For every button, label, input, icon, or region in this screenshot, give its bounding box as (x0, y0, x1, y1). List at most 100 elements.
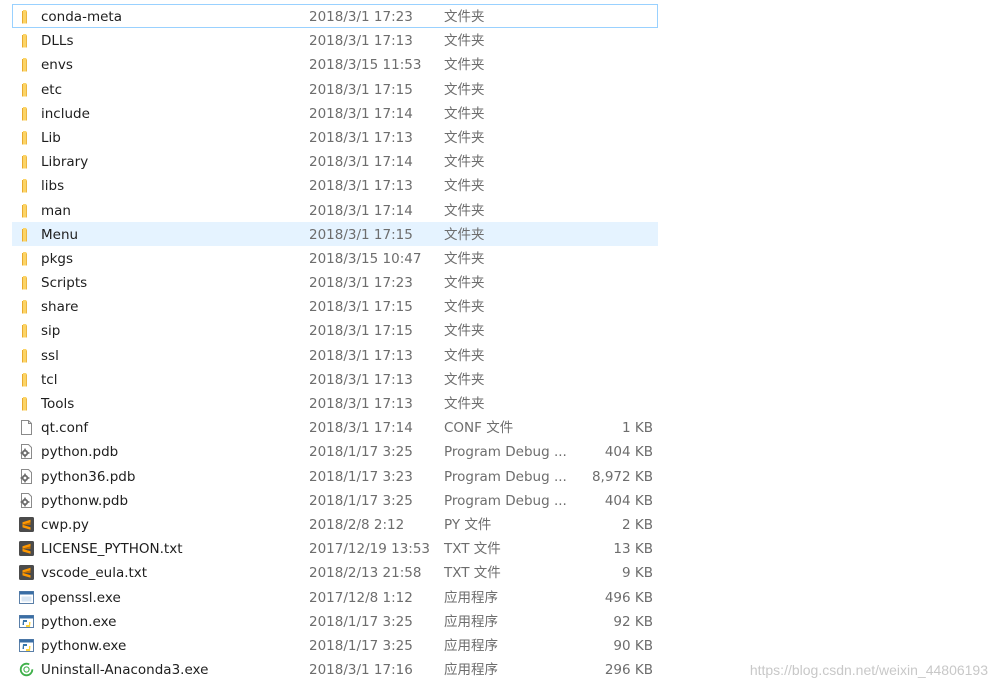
python-exe-icon (18, 637, 35, 654)
debug-file-icon (18, 468, 35, 485)
file-row[interactable]: openssl.exe 2017/12/8 1:12 应用程序 496 KB (12, 585, 658, 609)
file-date-modified: 2018/3/15 10:47 (309, 250, 422, 267)
file-name: conda-meta (41, 9, 122, 25)
file-row[interactable]: share 2018/3/1 17:15 文件夹 (12, 294, 658, 318)
file-type: 文件夹 (444, 81, 485, 98)
folder-icon (18, 8, 35, 25)
file-date-modified: 2018/3/1 17:14 (309, 154, 413, 171)
file-size: 404 KB (604, 492, 653, 509)
file-date-modified: 2018/2/8 2:12 (309, 516, 405, 533)
file-row[interactable]: LICENSE_PYTHON.txt 2017/12/19 13:53 TXT 文件… (12, 536, 658, 560)
file-type: 文件夹 (444, 347, 485, 364)
file-date-modified: 2018/3/1 17:13 (309, 371, 413, 388)
folder-icon (18, 322, 35, 339)
exe-app-icon (18, 589, 35, 606)
folder-icon (18, 129, 35, 146)
file-row[interactable]: cwp.py 2018/2/8 2:12 PY 文件 2 KB (12, 512, 658, 536)
file-name: libs (41, 178, 65, 195)
file-date-modified: 2018/1/17 3:25 (309, 444, 413, 461)
file-type: PY 文件 (444, 516, 492, 533)
file-row[interactable]: sip 2018/3/1 17:15 文件夹 (12, 318, 658, 342)
file-name: Lib (41, 129, 61, 146)
folder-icon (18, 32, 35, 49)
file-list: conda-meta 2018/3/1 17:23 文件夹 DLLs 2018/3/1 … (12, 4, 658, 681)
file-type: 文件夹 (444, 396, 485, 412)
file-date-modified: 2018/3/1 17:15 (309, 81, 413, 98)
file-name: pkgs (41, 250, 73, 267)
file-size: 8,972 KB (591, 468, 653, 485)
file-row[interactable]: pkgs 2018/3/15 10:47 文件夹 (12, 246, 658, 270)
file-type: CONF 文件 (444, 420, 514, 437)
folder-icon (18, 202, 35, 219)
file-name: etc (41, 81, 63, 98)
file-row[interactable]: qt.conf 2018/3/1 17:14 CONF 文件 1 KB (12, 415, 658, 439)
file-type: Program Debug ... (444, 444, 567, 461)
file-row[interactable]: conda-meta 2018/3/1 17:23 文件夹 (12, 4, 658, 29)
file-date-modified: 2018/1/17 3:23 (309, 468, 413, 485)
file-row[interactable]: pythonw.pdb 2018/1/17 3:25 Program Debug .… (12, 488, 658, 512)
file-type: 应用程序 (444, 589, 498, 606)
file-row[interactable]: envs 2018/3/15 11:53 文件夹 (12, 52, 658, 76)
file-date-modified: 2018/1/17 3:25 (309, 492, 413, 509)
file-row[interactable]: pythonw.exe 2018/1/17 3:25 应用程序 90 KB (12, 633, 658, 657)
file-row[interactable]: Scripts 2018/3/1 17:23 文件夹 (12, 270, 658, 294)
file-row[interactable]: DLLs 2018/3/1 17:13 文件夹 (12, 28, 658, 52)
debug-file-icon (18, 492, 35, 509)
file-row[interactable]: tcl 2018/3/1 17:13 文件夹 (12, 367, 658, 391)
file-type: 应用程序 (444, 662, 498, 679)
file-type: 文件夹 (444, 57, 485, 74)
file-name: python36.pdb (41, 468, 136, 485)
file-size: 296 KB (604, 662, 653, 679)
file-type: 应用程序 (444, 637, 498, 654)
file-type: 文件夹 (444, 154, 485, 171)
folder-icon (18, 226, 35, 243)
file-type: 文件夹 (444, 105, 485, 122)
file-size: 496 KB (604, 589, 653, 606)
sublime-file-icon (18, 564, 35, 581)
file-date-modified: 2018/3/1 17:14 (309, 202, 413, 219)
file-row[interactable]: python.exe 2018/1/17 3:25 应用程序 92 KB (12, 609, 658, 633)
file-date-modified: 2018/3/15 11:53 (309, 57, 422, 74)
file-name: pythonw.exe (41, 637, 127, 654)
file-row[interactable]: libs 2018/3/1 17:13 文件夹 (12, 173, 658, 197)
file-row[interactable]: vscode_eula.txt 2018/2/13 21:58 TXT 文件 9 KB (12, 560, 658, 584)
file-type: 文件夹 (444, 9, 485, 25)
file-name: ssl (41, 347, 59, 364)
file-name: tcl (41, 371, 58, 388)
file-row[interactable]: Tools 2018/3/1 17:13 文件夹 (12, 391, 658, 415)
file-type: 文件夹 (444, 202, 485, 219)
file-name: Tools (41, 396, 75, 412)
file-date-modified: 2018/3/1 17:15 (309, 226, 413, 243)
file-size: 9 KB (622, 565, 653, 582)
file-name: envs (41, 57, 73, 74)
file-row[interactable]: python36.pdb 2018/1/17 3:23 Program Debug … (12, 464, 658, 488)
sublime-file-icon (18, 516, 35, 533)
folder-icon (18, 395, 35, 412)
file-type: Program Debug ... (444, 468, 567, 485)
file-row[interactable]: python.pdb 2018/1/17 3:25 Program Debug ..… (12, 439, 658, 463)
folder-icon (18, 177, 35, 194)
file-date-modified: 2018/3/1 17:13 (309, 33, 413, 50)
file-name: pythonw.pdb (41, 492, 129, 509)
file-size: 2 KB (622, 516, 653, 533)
file-row[interactable]: etc 2018/3/1 17:15 文件夹 (12, 77, 658, 101)
file-date-modified: 2018/1/17 3:25 (309, 637, 413, 654)
file-name: include (41, 105, 90, 122)
file-row[interactable]: Menu 2018/3/1 17:15 文件夹 (12, 221, 658, 246)
file-row[interactable]: man 2018/3/1 17:14 文件夹 (12, 198, 658, 222)
file-row[interactable]: Uninstall-Anaconda3.exe 2018/3/1 17:16 应用程… (12, 657, 658, 681)
file-date-modified: 2018/3/1 17:13 (309, 129, 413, 146)
file-size: 92 KB (613, 613, 653, 630)
file-date-modified: 2018/1/17 3:25 (309, 613, 413, 630)
file-name: sip (41, 323, 61, 340)
file-name: DLLs (41, 33, 74, 50)
file-name: python.pdb (41, 444, 119, 461)
file-name: Uninstall-Anaconda3.exe (41, 662, 209, 679)
file-type: 文件夹 (444, 371, 485, 388)
file-name: share (41, 299, 79, 316)
file-row[interactable]: ssl 2018/3/1 17:13 文件夹 (12, 343, 658, 367)
file-row[interactable]: include 2018/3/1 17:14 文件夹 (12, 101, 658, 125)
file-type: 文件夹 (444, 299, 485, 316)
file-row[interactable]: Library 2018/3/1 17:14 文件夹 (12, 149, 658, 173)
file-row[interactable]: Lib 2018/3/1 17:13 文件夹 (12, 125, 658, 149)
